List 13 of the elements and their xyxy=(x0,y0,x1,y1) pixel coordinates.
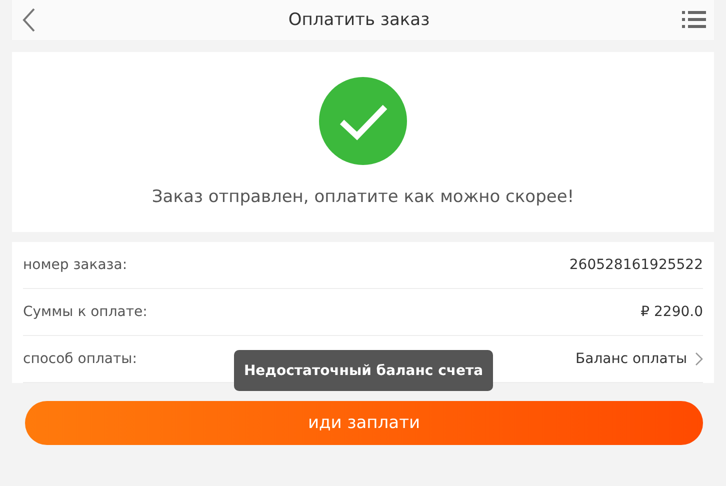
field-label: Суммы к оплате: xyxy=(23,304,148,320)
checkmark-icon xyxy=(319,77,407,165)
page-title: Оплатить заказ xyxy=(288,10,430,30)
menu-icon[interactable] xyxy=(682,11,706,29)
back-icon[interactable] xyxy=(22,8,36,32)
toast-message: Недостаточный баланс счета xyxy=(234,350,493,391)
chevron-icon xyxy=(695,352,703,366)
field-value: ₽ 2290.0 xyxy=(640,304,703,320)
status-message: Заказ отправлен, оплатите как можно скорее! xyxy=(152,187,574,207)
field-label: способ оплаты: xyxy=(23,351,137,367)
field-label: номер заказа: xyxy=(23,257,128,273)
field-value: 260528161925522 xyxy=(569,257,703,273)
payment-method-link[interactable]: Баланс оплаты xyxy=(576,351,703,367)
